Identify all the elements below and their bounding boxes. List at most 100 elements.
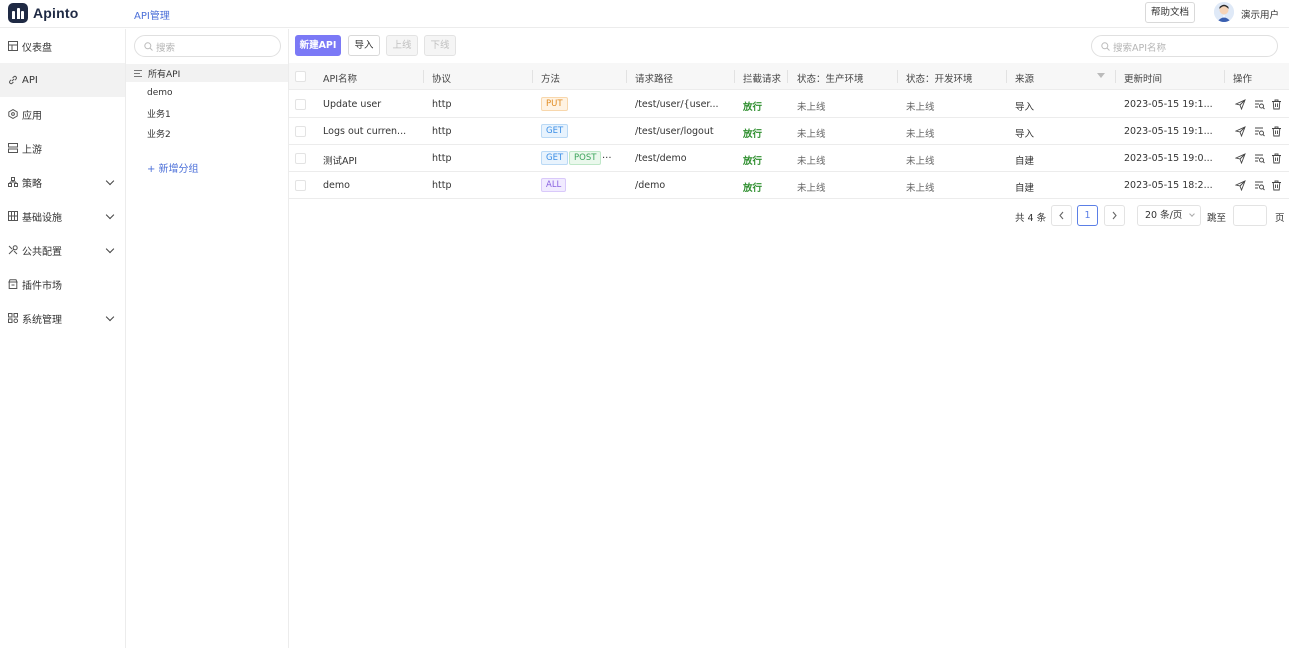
sidebar-item-infrastructure[interactable]: 基础设施 bbox=[0, 199, 125, 233]
strategy-icon bbox=[8, 177, 18, 187]
request-path: /test/demo bbox=[635, 153, 687, 164]
list-icon bbox=[134, 69, 142, 77]
chevron-down-icon[interactable] bbox=[105, 312, 115, 322]
chevron-right-icon bbox=[1112, 211, 1117, 220]
sidebar-item-public-config[interactable]: 公共配置 bbox=[0, 233, 125, 267]
api-name[interactable]: demo bbox=[323, 180, 421, 191]
delete-icon[interactable] bbox=[1271, 180, 1282, 191]
table-header: API名称 协议 方法 请求路径 拦截请求 状态：生产环境 状态：开发环境 来源… bbox=[289, 63, 1289, 90]
prod-status: 未上线 bbox=[797, 183, 826, 194]
api-name[interactable]: Update user bbox=[323, 99, 421, 110]
intercept-status: 放行 bbox=[743, 102, 763, 113]
column-header: 更新时间 bbox=[1124, 74, 1163, 85]
import-button[interactable]: 导入 bbox=[348, 35, 380, 56]
prod-status: 未上线 bbox=[797, 102, 826, 113]
column-header: 请求路径 bbox=[635, 74, 674, 85]
search-icon bbox=[144, 42, 153, 51]
row-checkbox[interactable] bbox=[295, 180, 306, 191]
column-header: API名称 bbox=[323, 74, 358, 85]
column-header: 协议 bbox=[432, 74, 452, 85]
breadcrumb[interactable]: API管理 bbox=[134, 7, 170, 22]
filter-icon[interactable] bbox=[1097, 73, 1105, 78]
online-button[interactable]: 上线 bbox=[386, 35, 418, 56]
sidebar-item-system[interactable]: 系统管理 bbox=[0, 301, 125, 335]
sidebar-item-strategy[interactable]: 策略 bbox=[0, 165, 125, 199]
search-placeholder: 搜索 bbox=[156, 43, 176, 54]
edit-icon[interactable] bbox=[1254, 153, 1265, 164]
next-page-button[interactable] bbox=[1104, 205, 1125, 226]
group-item-label: 业务1 bbox=[147, 109, 171, 120]
dashboard-icon bbox=[8, 41, 18, 51]
api-group-panel: 搜索 所有API demo 业务1 业务2 + 新增分组 bbox=[126, 29, 289, 648]
new-api-button[interactable]: 新建API bbox=[295, 35, 341, 56]
group-item-label: demo bbox=[147, 88, 173, 98]
row-checkbox[interactable] bbox=[295, 153, 306, 164]
prev-page-button[interactable] bbox=[1051, 205, 1072, 226]
publish-icon[interactable] bbox=[1235, 126, 1246, 137]
edit-icon[interactable] bbox=[1254, 180, 1265, 191]
offline-button[interactable]: 下线 bbox=[424, 35, 456, 56]
group-item[interactable]: 业务1 bbox=[126, 104, 288, 122]
source: 自建 bbox=[1015, 156, 1035, 167]
system-icon bbox=[8, 313, 18, 323]
sidebar-item-upstream[interactable]: 上游 bbox=[0, 131, 125, 165]
edit-icon[interactable] bbox=[1254, 126, 1265, 137]
source: 导入 bbox=[1015, 102, 1035, 113]
intercept-status: 放行 bbox=[743, 183, 763, 194]
publish-icon[interactable] bbox=[1235, 180, 1246, 191]
sidebar-item-label: 插件市场 bbox=[22, 280, 62, 292]
sidebar-item-plugin-market[interactable]: 插件市场 bbox=[0, 267, 125, 301]
group-item-all[interactable]: 所有API bbox=[126, 64, 288, 82]
group-item[interactable]: 业务2 bbox=[126, 124, 288, 142]
request-path: /test/user/{user... bbox=[635, 99, 719, 110]
search-icon bbox=[1101, 42, 1110, 51]
publish-icon[interactable] bbox=[1235, 99, 1246, 110]
logo[interactable]: Apinto bbox=[8, 3, 79, 23]
avatar[interactable] bbox=[1214, 2, 1234, 22]
sidebar-item-api[interactable]: API bbox=[0, 63, 125, 97]
publish-icon[interactable] bbox=[1235, 153, 1246, 164]
api-search-input[interactable]: 搜索API名称 bbox=[1091, 35, 1278, 57]
updated-time: 2023-05-15 19:0... bbox=[1124, 153, 1213, 164]
jump-page-input[interactable] bbox=[1233, 205, 1267, 226]
table-row[interactable]: Logs out curren... http GET /test/user/l… bbox=[289, 118, 1289, 145]
protocol: http bbox=[432, 153, 452, 164]
chevron-down-icon[interactable] bbox=[105, 244, 115, 254]
table-row[interactable]: 测试API http GET POST ... /test/demo 放行 未上… bbox=[289, 145, 1289, 172]
help-docs-button[interactable]: 帮助文档 bbox=[1145, 2, 1195, 23]
sidebar-item-label: 公共配置 bbox=[22, 246, 62, 258]
row-checkbox[interactable] bbox=[295, 99, 306, 110]
delete-icon[interactable] bbox=[1271, 153, 1282, 164]
prod-status: 未上线 bbox=[797, 156, 826, 167]
method-tag: POST bbox=[569, 151, 602, 165]
delete-icon[interactable] bbox=[1271, 99, 1282, 110]
api-name[interactable]: Logs out curren... bbox=[323, 126, 421, 137]
chevron-down-icon[interactable] bbox=[105, 210, 115, 220]
delete-icon[interactable] bbox=[1271, 126, 1282, 137]
add-group-button[interactable]: + 新增分组 bbox=[147, 160, 199, 175]
page-number-button[interactable]: 1 bbox=[1077, 205, 1098, 226]
pagination-total: 共 4 条 bbox=[1015, 213, 1047, 224]
sidebar-item-label: 应用 bbox=[22, 110, 42, 122]
row-checkbox[interactable] bbox=[295, 126, 306, 137]
dev-status: 未上线 bbox=[906, 129, 935, 140]
chevron-down-icon[interactable] bbox=[105, 176, 115, 186]
sidebar-item-dashboard[interactable]: 仪表盘 bbox=[0, 29, 125, 63]
sidebar-item-app[interactable]: 应用 bbox=[0, 97, 125, 131]
chevron-left-icon bbox=[1059, 211, 1064, 220]
user-name[interactable]: 演示用户 bbox=[1241, 7, 1279, 21]
sidebar-item-label: 上游 bbox=[22, 144, 42, 156]
intercept-status: 放行 bbox=[743, 156, 763, 167]
table-row[interactable]: Update user http PUT /test/user/{user...… bbox=[289, 91, 1289, 118]
group-item[interactable]: demo bbox=[126, 84, 288, 102]
api-name[interactable]: 测试API bbox=[323, 153, 421, 167]
sidebar: 仪表盘 API 应用 上游 策略 基础设施 公共配置 插件市场 系统管理 bbox=[0, 29, 126, 648]
request-path: /demo bbox=[635, 180, 666, 191]
sidebar-item-label: 策略 bbox=[22, 178, 42, 190]
infrastructure-icon bbox=[8, 211, 18, 221]
group-search-input[interactable]: 搜索 bbox=[134, 35, 281, 57]
table-row[interactable]: demo http ALL /demo 放行 未上线 未上线 自建 2023-0… bbox=[289, 172, 1289, 199]
edit-icon[interactable] bbox=[1254, 99, 1265, 110]
page-size-select[interactable]: 20 条/页 bbox=[1137, 205, 1201, 226]
select-all-checkbox[interactable] bbox=[295, 71, 306, 82]
